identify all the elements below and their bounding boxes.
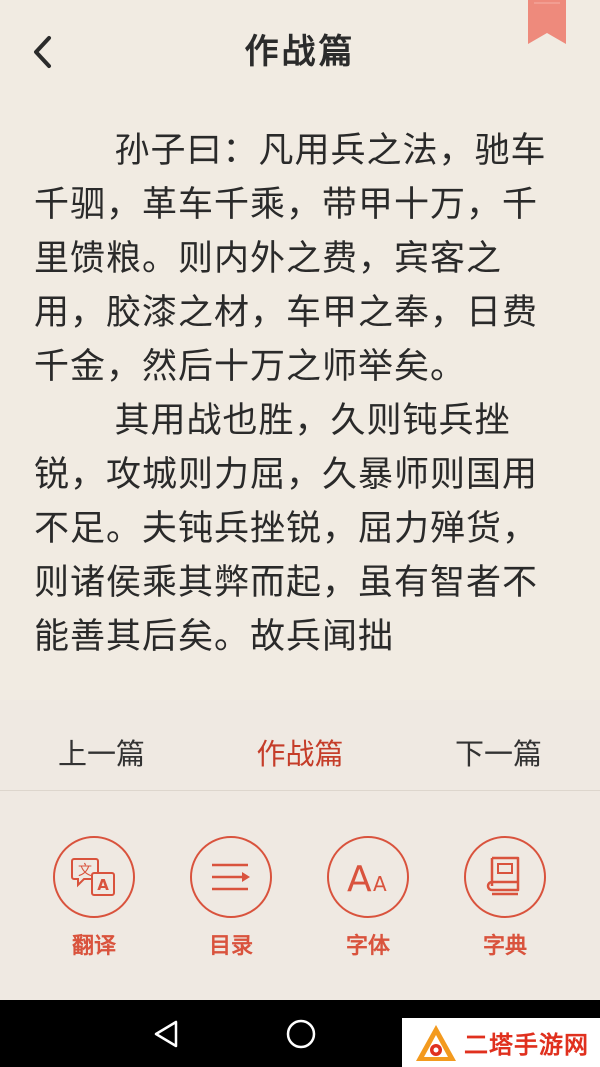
dictionary-button[interactable]: 字典 <box>455 836 555 976</box>
svg-text:文: 文 <box>78 863 92 879</box>
article-content: 孙子曰：凡用兵之法，驰车千驷，革车千乘，带甲十万，千里馈粮。则内外之费，宾客之用… <box>34 124 564 700</box>
translate-button[interactable]: 文 A 翻译 <box>44 836 144 976</box>
font-size-button[interactable]: A A 字体 <box>318 836 418 976</box>
system-back-button[interactable] <box>150 1017 184 1051</box>
next-chapter-button[interactable]: 下一篇 <box>455 700 542 790</box>
circle-home-icon <box>286 1019 316 1049</box>
watermark-text: 二塔手游网 <box>464 1031 589 1059</box>
dictionary-icon <box>486 856 520 896</box>
tool-label: 字体 <box>345 934 390 959</box>
bookmark-ribbon-icon <box>528 0 566 44</box>
tool-bar: 文 A 翻译 目录 A A 字体 字典 <box>0 836 600 976</box>
system-home-button[interactable] <box>284 1017 318 1051</box>
watermark-logo-icon <box>416 1024 456 1061</box>
triangle-back-icon <box>154 1020 178 1048</box>
translate-icon: 文 A <box>71 858 115 896</box>
tool-label: 翻译 <box>71 934 116 959</box>
table-of-contents-icon <box>212 863 250 891</box>
svg-text:A: A <box>347 859 372 899</box>
paragraph: 孙子曰：凡用兵之法，驰车千驷，革车千乘，带甲十万，千里馈粮。则内外之费，宾客之用… <box>34 131 547 387</box>
reader-bottom-panel: 上一篇 作战篇 下一篇 文 A 翻译 目录 A A 字体 字典 <box>0 700 600 1000</box>
tool-label: 目录 <box>208 934 253 959</box>
reader-header: 作战篇 <box>0 0 600 104</box>
prev-chapter-button[interactable]: 上一篇 <box>58 700 145 790</box>
font-size-icon: A A <box>347 859 387 899</box>
page-title: 作战篇 <box>244 32 356 72</box>
paragraph: 其用战也胜，久则钝兵挫锐，攻城则力屈，久暴师则国用不足。夫钝兵挫锐，屈力殚货，则… <box>34 401 539 657</box>
tool-label: 字典 <box>482 934 527 959</box>
watermark: 二塔手游网 <box>402 1018 600 1067</box>
bookmark-button[interactable] <box>528 0 566 44</box>
table-of-contents-button[interactable]: 目录 <box>181 836 281 976</box>
chapter-nav: 上一篇 作战篇 下一篇 <box>0 700 600 791</box>
svg-text:A: A <box>373 872 387 896</box>
svg-text:A: A <box>97 876 109 894</box>
